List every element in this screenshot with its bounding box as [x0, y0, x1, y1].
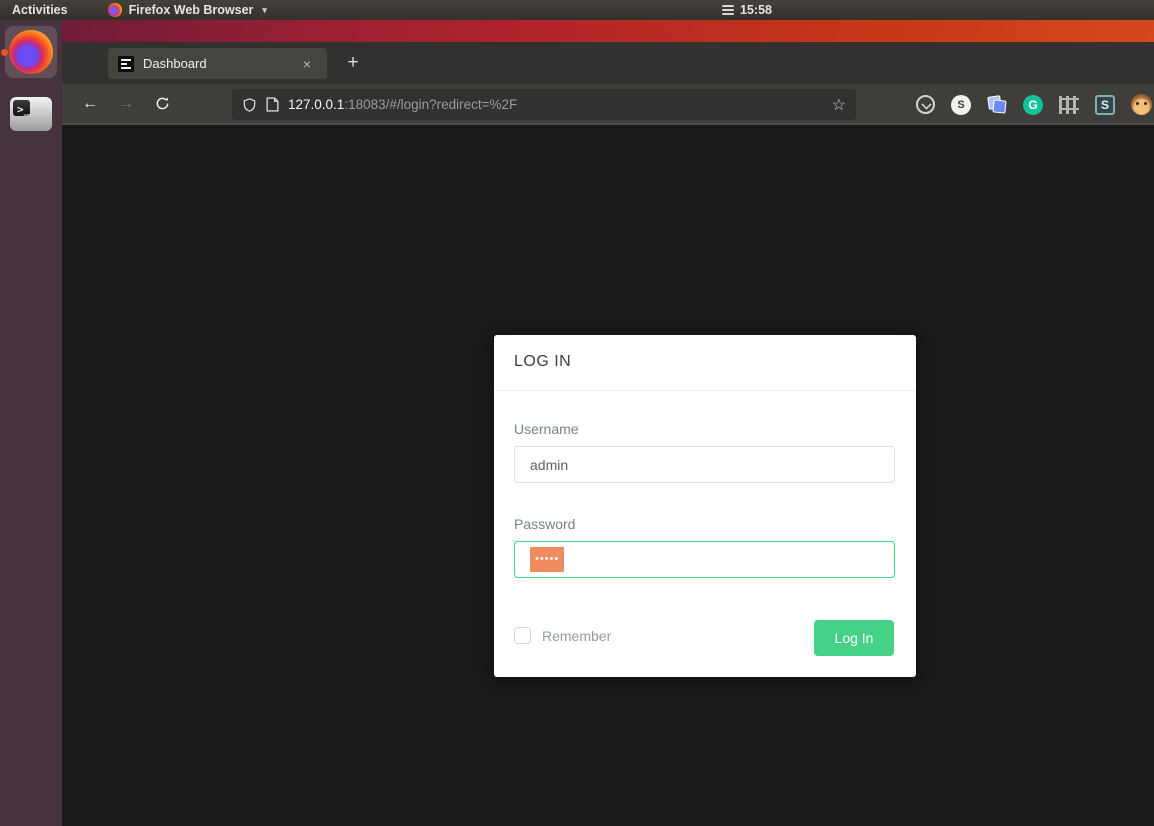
weekday-icon	[722, 5, 734, 15]
password-masked-selection: •••••	[530, 547, 565, 572]
app-menu-label: Firefox Web Browser	[128, 3, 254, 17]
new-tab-button[interactable]: +	[340, 50, 366, 76]
activities-button[interactable]: Activities	[0, 0, 80, 20]
divider	[494, 390, 916, 391]
dock-item-terminal[interactable]: >_	[5, 88, 57, 140]
stylus-icon[interactable]: S	[1094, 94, 1116, 116]
firefox-mini-icon	[107, 3, 122, 17]
login-title: LOG IN	[514, 353, 572, 370]
password-label: Password	[514, 516, 576, 532]
url-bar[interactable]: 127.0.0.1:18083/#/login?redirect=%2F ☆	[232, 89, 856, 120]
tampermonkey-icon[interactable]	[1130, 94, 1152, 116]
terminal-prompt-glyph: >_	[13, 100, 31, 116]
terminal-icon: >_	[10, 97, 52, 131]
remember-row: Remember	[514, 627, 611, 644]
running-indicator-dot	[1, 49, 8, 56]
url-host: 127.0.0.1	[288, 97, 345, 112]
tab-bar: Dashboard × +	[62, 42, 1154, 84]
tab-close-icon[interactable]: ×	[297, 54, 317, 74]
extension-toolbar: S G S	[914, 84, 1152, 125]
extension-s-icon[interactable]: S	[950, 94, 972, 116]
chevron-down-icon: ▾	[262, 4, 267, 15]
tab-dashboard[interactable]: Dashboard ×	[108, 48, 327, 79]
username-field[interactable]	[514, 446, 895, 483]
remember-label: Remember	[542, 627, 612, 644]
username-label: Username	[514, 421, 579, 437]
desktop-wallpaper	[62, 20, 1154, 42]
fence-extension-icon[interactable]	[1058, 94, 1080, 116]
url-text: 127.0.0.1:18083/#/login?redirect=%2F	[288, 97, 517, 112]
copy-pages-extension-icon[interactable]	[986, 94, 1008, 116]
login-card: LOG IN Username Password ••••• Remember …	[494, 335, 916, 677]
shield-icon[interactable]	[242, 97, 257, 113]
pocket-icon[interactable]	[914, 94, 936, 116]
page-content: LOG IN Username Password ••••• Remember …	[62, 127, 1154, 826]
app-menu[interactable]: Firefox Web Browser ▾	[107, 0, 267, 20]
back-button[interactable]: ←	[74, 90, 106, 118]
page-info-icon[interactable]	[266, 97, 279, 112]
firefox-icon	[9, 30, 53, 74]
reload-button[interactable]	[146, 90, 178, 118]
dock-item-firefox[interactable]	[1, 26, 57, 78]
tab-title: Dashboard	[143, 56, 207, 71]
grammarly-icon[interactable]: G	[1022, 94, 1044, 116]
password-field[interactable]: •••••	[514, 541, 895, 578]
url-path: :18083/#/login?redirect=%2F	[344, 97, 518, 112]
clock-time: 15:58	[740, 3, 772, 17]
remember-checkbox[interactable]	[514, 627, 531, 644]
login-button[interactable]: Log In	[814, 620, 894, 656]
firefox-window: Dashboard × + ← → 127.0.0.1:18083/#/logi…	[62, 42, 1154, 826]
tab-favicon-icon	[118, 55, 134, 72]
bookmark-star-icon[interactable]: ☆	[832, 95, 846, 115]
navigation-toolbar: ← → 127.0.0.1:18083/#/login?redirect=%2F…	[62, 84, 1154, 125]
gnome-top-panel: Activities Firefox Web Browser ▾ 15:58	[0, 0, 1154, 20]
dock: >_	[0, 20, 62, 826]
forward-button: →	[118, 94, 134, 112]
clock-menu[interactable]: 15:58	[722, 0, 772, 20]
